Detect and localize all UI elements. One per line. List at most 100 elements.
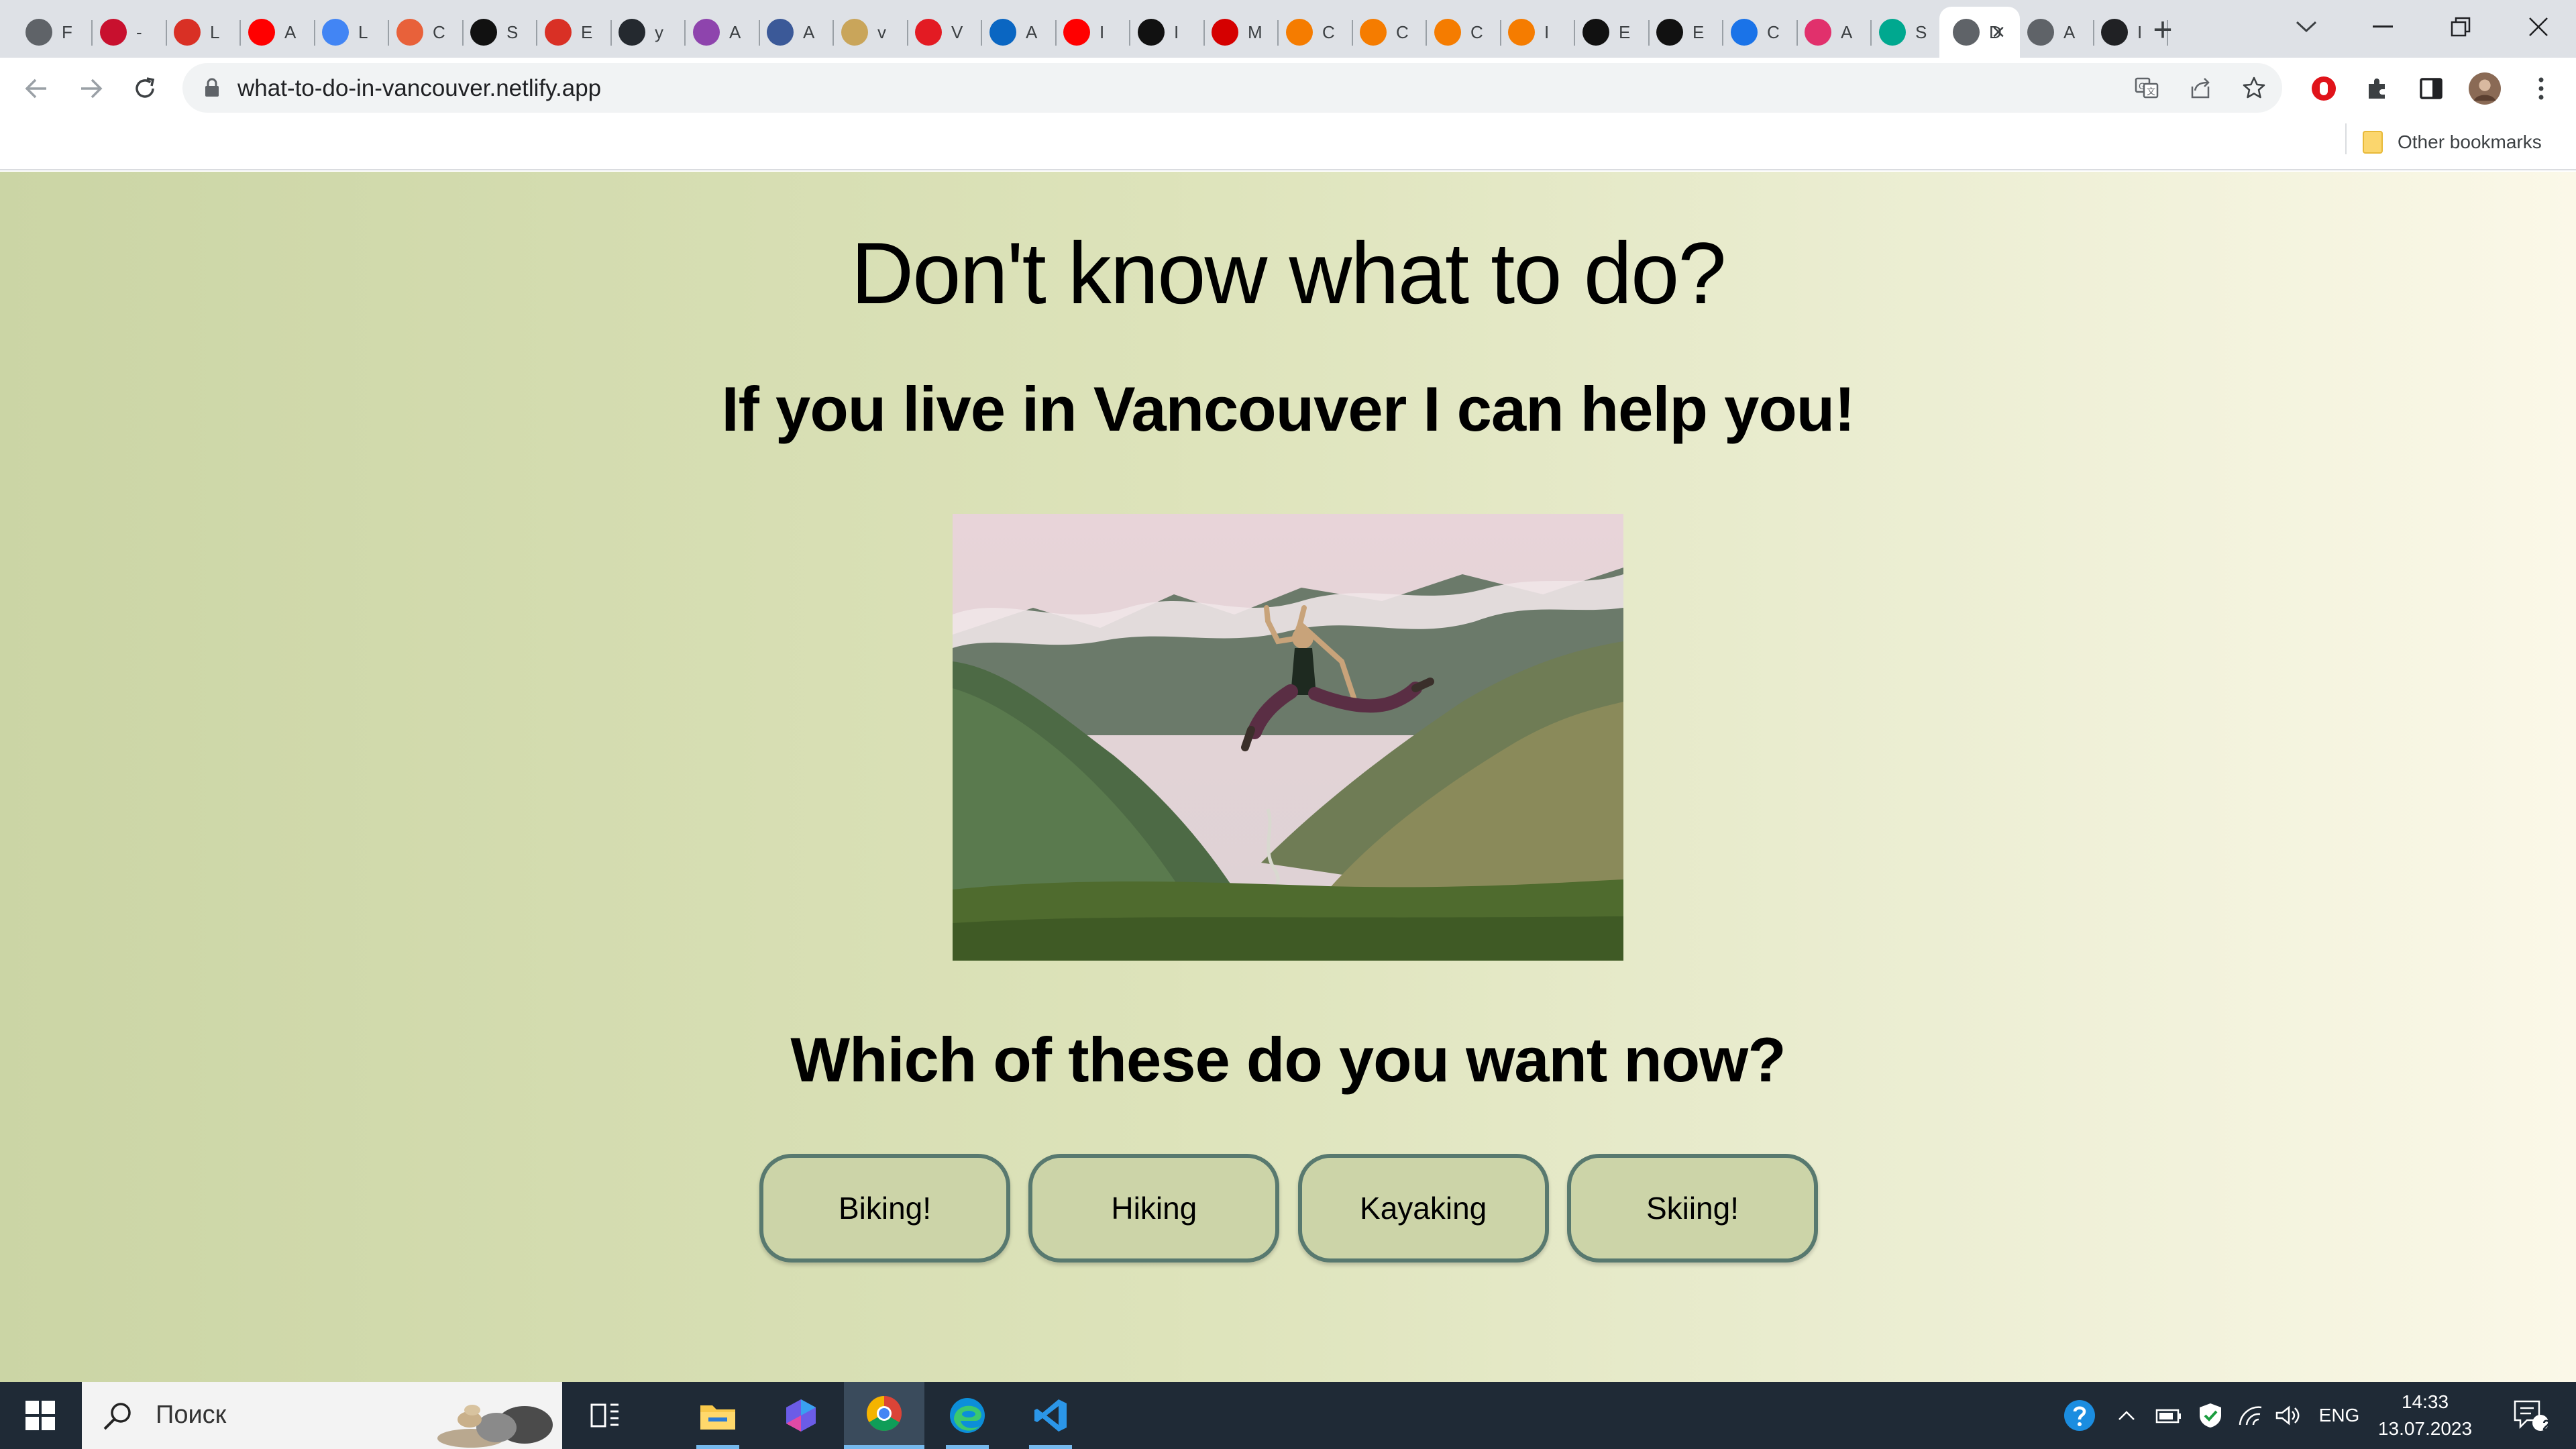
browser-tab[interactable]: A: [976, 7, 1057, 58]
tab-close-icon[interactable]: ×: [1988, 21, 2009, 44]
profile-avatar[interactable]: [2469, 72, 2501, 105]
tab-title: M: [1248, 21, 1263, 42]
browser-tab[interactable]: v: [828, 7, 908, 58]
browser-tab[interactable]: y: [605, 7, 686, 58]
browser-tab[interactable]: E: [531, 7, 612, 58]
file-explorer-icon[interactable]: [678, 1382, 758, 1449]
address-bar[interactable]: what-to-do-in-vancouver.netlify.app G文: [182, 63, 2282, 113]
hiking-button[interactable]: Hiking: [1028, 1154, 1280, 1263]
security-shield-icon[interactable]: [2194, 1382, 2227, 1449]
browser-tab[interactable]: V: [902, 7, 982, 58]
tab-title: A: [1026, 21, 1038, 42]
minimize-button[interactable]: [2344, 0, 2422, 54]
music-note-icon: [1138, 19, 1165, 46]
diamond-icon: [1879, 19, 1906, 46]
vscode-taskbar-icon[interactable]: [1010, 1382, 1091, 1449]
browser-tab[interactable]: E: [1569, 7, 1650, 58]
browser-tab[interactable]: I: [1050, 7, 1130, 58]
browser-tab[interactable]: C: [383, 7, 464, 58]
tab-title: L: [210, 21, 220, 42]
share-icon[interactable]: [2187, 74, 2214, 101]
browser-tab[interactable]: S: [457, 7, 537, 58]
battery-icon[interactable]: [2152, 1382, 2186, 1449]
browser-tab[interactable]: A: [753, 7, 834, 58]
windows-start-icon[interactable]: [13, 1395, 67, 1436]
browser-tab[interactable]: F: [12, 7, 93, 58]
taskbar-search-box[interactable]: Поиск: [82, 1382, 562, 1449]
browser-tab[interactable]: M: [1198, 7, 1279, 58]
bookmarks-bar: Other bookmarks: [0, 118, 2576, 170]
tab-search-chevron-icon[interactable]: [2267, 0, 2345, 54]
browser-tab[interactable]: D ×: [1939, 7, 2020, 58]
tab-title: -: [136, 21, 142, 42]
a-serif-icon: [1582, 19, 1609, 46]
youtube-icon: [248, 19, 275, 46]
browser-tab[interactable]: C: [1273, 7, 1353, 58]
tab-strip: F - L A L C S Ey A Av V A I I M C C C I E E C A S D × A I: [0, 0, 2576, 58]
browser-tab[interactable]: A: [680, 7, 760, 58]
tab-title: A: [1841, 21, 1853, 42]
kayaking-button[interactable]: Kayaking: [1297, 1154, 1549, 1263]
tab-title: C: [1767, 21, 1780, 42]
language-indicator[interactable]: ENG: [2310, 1382, 2368, 1449]
volume-icon[interactable]: [2271, 1382, 2304, 1449]
tab-title: E: [581, 21, 593, 42]
taskbar-clock[interactable]: 14:33 13.07.2023: [2375, 1389, 2475, 1442]
browser-tab[interactable]: I: [1495, 7, 1575, 58]
tray-chevron-up-icon[interactable]: [2113, 1382, 2140, 1449]
tab-title: L: [358, 21, 368, 42]
side-panel-icon[interactable]: [2415, 72, 2447, 105]
browser-tab[interactable]: -: [87, 7, 167, 58]
tab-title: S: [1915, 21, 1927, 42]
skiing-button[interactable]: Skiing!: [1566, 1154, 1818, 1263]
notifications-icon[interactable]: 2: [2501, 1382, 2561, 1449]
folder-icon: [2363, 131, 2383, 154]
browser-menu-icon[interactable]: [2525, 72, 2557, 105]
browser-tab[interactable]: S: [1866, 7, 1946, 58]
new-tab-button[interactable]: +: [2144, 11, 2182, 48]
bookmarks-divider: [2345, 123, 2347, 154]
e-orange-icon: [1286, 19, 1313, 46]
copilot-app-icon[interactable]: [761, 1382, 841, 1449]
page-content: Don't know what to do? If you live in Va…: [0, 172, 2576, 1382]
doge-icon: [841, 19, 868, 46]
browser-tab[interactable]: A: [1791, 7, 1872, 58]
close-window-button[interactable]: [2500, 0, 2576, 54]
restore-button[interactable]: [2422, 0, 2500, 54]
other-bookmarks-label: Other bookmarks: [2398, 131, 2542, 152]
other-bookmarks-folder[interactable]: Other bookmarks: [2363, 127, 2542, 157]
globe-icon: [25, 19, 52, 46]
colorful-app-icon: [322, 19, 349, 46]
back-button[interactable]: [19, 71, 54, 106]
browser-tab[interactable]: A: [235, 7, 315, 58]
forward-button[interactable]: [74, 71, 109, 106]
edge-taskbar-icon[interactable]: [927, 1382, 1008, 1449]
biking-button[interactable]: Biking!: [759, 1154, 1010, 1263]
bookmark-star-icon[interactable]: [2241, 74, 2267, 101]
browser-tab[interactable]: A: [2014, 7, 2094, 58]
m-red-icon: [1212, 19, 1238, 46]
adblock-extension-icon[interactable]: [2308, 72, 2340, 105]
browser-tab[interactable]: C: [1421, 7, 1501, 58]
task-view-icon[interactable]: [565, 1382, 645, 1449]
url-text[interactable]: what-to-do-in-vancouver.netlify.app: [237, 75, 601, 102]
browser-tab[interactable]: C: [1717, 7, 1798, 58]
reload-button[interactable]: [127, 71, 162, 106]
tab-title: A: [729, 21, 741, 42]
browser-tab[interactable]: E: [1643, 7, 1723, 58]
chrome-taskbar-icon[interactable]: [844, 1382, 924, 1449]
tab-title: C: [1322, 21, 1335, 42]
browser-tab[interactable]: L: [160, 7, 241, 58]
browser-tab[interactable]: L: [309, 7, 389, 58]
extensions-puzzle-icon[interactable]: [2361, 72, 2394, 105]
instagram-icon: [1805, 19, 1831, 46]
tab-title: C: [1396, 21, 1409, 42]
wifi-icon[interactable]: [2234, 1382, 2267, 1449]
v-red-icon: [915, 19, 942, 46]
translate-icon[interactable]: G文: [2133, 74, 2160, 101]
help-icon[interactable]: [2059, 1382, 2100, 1449]
browser-tab[interactable]: I: [1124, 7, 1205, 58]
e-orange-icon: [1434, 19, 1461, 46]
lock-icon[interactable]: [199, 74, 225, 101]
browser-tab[interactable]: C: [1346, 7, 1427, 58]
